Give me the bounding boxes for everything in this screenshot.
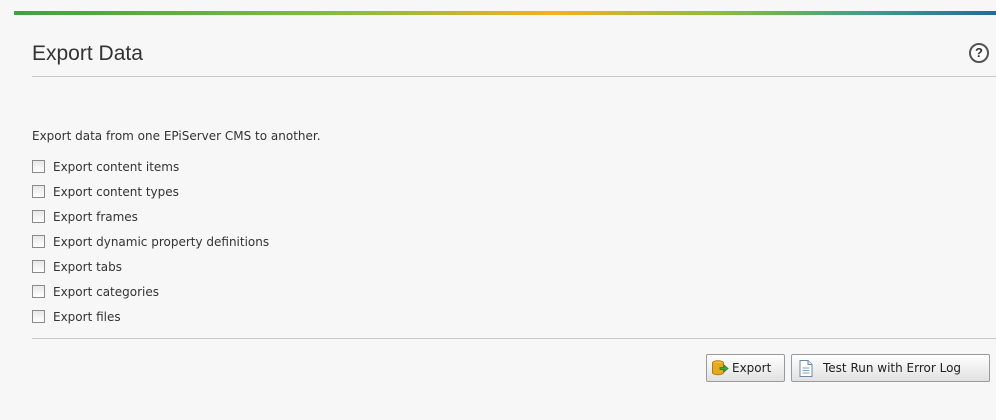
option-label[interactable]: Export files — [53, 310, 121, 324]
section-divider — [32, 338, 996, 339]
option-label[interactable]: Export tabs — [53, 260, 122, 274]
export-dynamic-property-definitions-checkbox[interactable] — [32, 235, 45, 248]
help-icon[interactable]: ? — [969, 43, 989, 63]
export-content-items-checkbox[interactable] — [32, 160, 45, 173]
export-content-types-checkbox[interactable] — [32, 185, 45, 198]
option-export-content-types: Export content types — [32, 179, 269, 204]
test-run-button[interactable]: Test Run with Error Log — [791, 354, 990, 382]
brand-color-bar — [14, 11, 996, 15]
option-export-tabs: Export tabs — [32, 254, 269, 279]
page-header: Export Data ? — [32, 30, 996, 77]
export-categories-checkbox[interactable] — [32, 285, 45, 298]
export-frames-checkbox[interactable] — [32, 210, 45, 223]
test-run-button-label: Test Run with Error Log — [823, 361, 962, 375]
option-export-content-items: Export content items — [32, 154, 269, 179]
document-icon — [799, 359, 813, 377]
export-button-label: Export — [732, 361, 772, 375]
export-button[interactable]: Export — [706, 354, 785, 382]
option-label[interactable]: Export content items — [53, 160, 179, 174]
option-label[interactable]: Export dynamic property definitions — [53, 235, 269, 249]
option-label[interactable]: Export categories — [53, 285, 159, 299]
option-export-categories: Export categories — [32, 279, 269, 304]
export-options-list: Export content items Export content type… — [32, 154, 269, 329]
page-description: Export data from one EPiServer CMS to an… — [32, 129, 321, 143]
option-label[interactable]: Export content types — [53, 185, 179, 199]
export-tabs-checkbox[interactable] — [32, 260, 45, 273]
database-export-icon — [712, 360, 729, 376]
option-export-dynamic-property-definitions: Export dynamic property definitions — [32, 229, 269, 254]
option-export-files: Export files — [32, 304, 269, 329]
page-title: Export Data — [32, 42, 143, 65]
option-export-frames: Export frames — [32, 204, 269, 229]
export-files-checkbox[interactable] — [32, 310, 45, 323]
export-data-page: Export Data ? Export data from one EPiSe… — [0, 0, 996, 420]
option-label[interactable]: Export frames — [53, 210, 138, 224]
